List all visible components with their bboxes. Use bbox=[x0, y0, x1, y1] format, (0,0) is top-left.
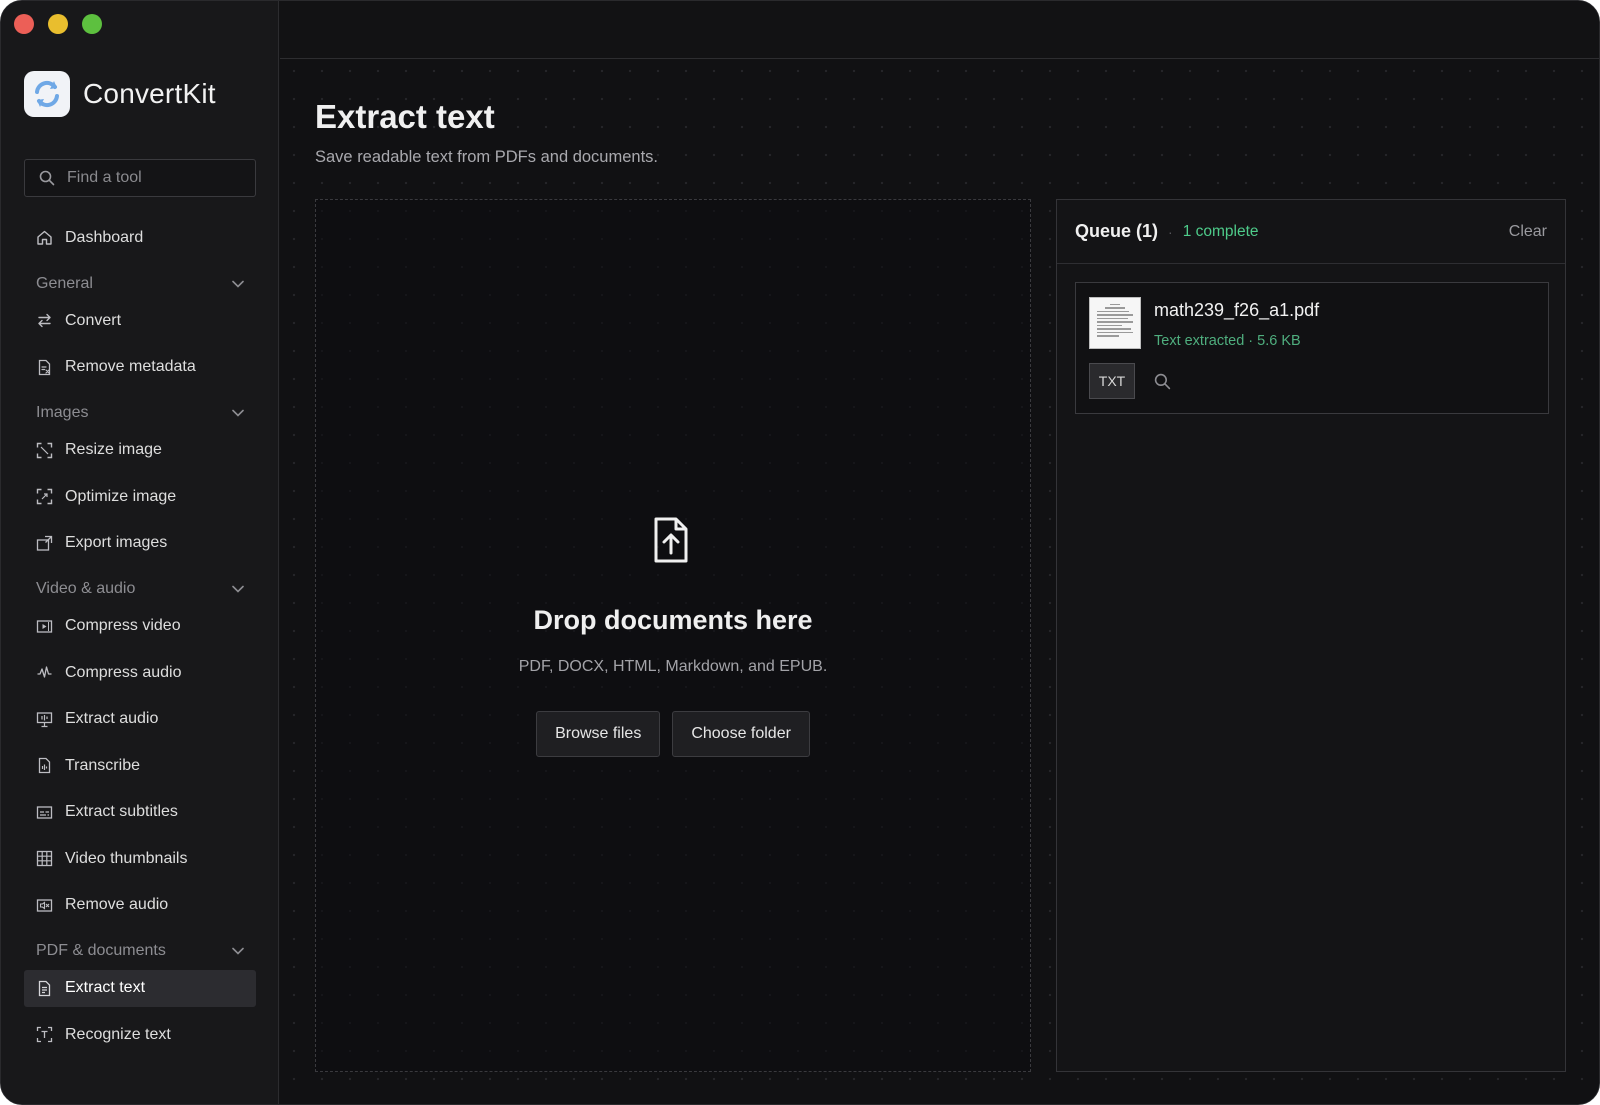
sidebar-item-label: Extract subtitles bbox=[65, 803, 178, 820]
sidebar-item-label: Video thumbnails bbox=[65, 849, 188, 867]
sidebar-item-label: Export images bbox=[65, 534, 168, 551]
sidebar-item-recognize-text[interactable]: Recognize text bbox=[24, 1016, 256, 1053]
sidebar-item-remove-audio[interactable]: Remove audio bbox=[24, 887, 256, 924]
queue-panel: Queue (1) · 1 complete Clear math239_f26… bbox=[1056, 199, 1566, 1072]
clear-queue-button[interactable]: Clear bbox=[1509, 223, 1547, 241]
tool-search bbox=[24, 159, 256, 197]
section-label: PDF & documents bbox=[36, 942, 166, 959]
sidebar-item-convert[interactable]: Convert bbox=[24, 302, 256, 339]
scan-text-icon bbox=[36, 1026, 53, 1043]
sidebar-item-label: Compress video bbox=[65, 617, 181, 634]
sidebar-item-label: Resize image bbox=[65, 441, 162, 458]
close-window-button[interactable] bbox=[14, 14, 34, 34]
brand: ConvertKit bbox=[24, 71, 216, 117]
sidebar-item-label: Recognize text bbox=[65, 1025, 171, 1043]
export-image-icon bbox=[36, 535, 53, 551]
sidebar-item-transcribe[interactable]: Transcribe bbox=[24, 747, 256, 784]
txt-format-button[interactable]: TXT bbox=[1089, 363, 1135, 399]
sidebar-item-label: Optimize image bbox=[65, 487, 177, 505]
page-title: Extract text bbox=[315, 98, 495, 135]
search-icon bbox=[39, 170, 55, 186]
sidebar-item-label: Remove audio bbox=[65, 896, 169, 913]
app-name: ConvertKit bbox=[83, 78, 216, 109]
sidebar: ConvertKit Dashboard General bbox=[1, 1, 279, 1104]
resize-icon bbox=[36, 442, 53, 458]
section-label: Video & audio bbox=[36, 580, 136, 597]
section-video-audio[interactable]: Video & audio bbox=[24, 571, 256, 608]
sidebar-item-label: Extract audio bbox=[65, 710, 159, 727]
file-name: math239_f26_a1.pdf bbox=[1154, 300, 1320, 320]
file-remove-icon bbox=[38, 359, 51, 375]
sidebar-item-label: Dashboard bbox=[65, 228, 144, 246]
minimize-window-button[interactable] bbox=[48, 14, 68, 34]
chevron-down-icon bbox=[232, 409, 244, 417]
window-controls bbox=[14, 14, 102, 34]
preview-search-icon[interactable] bbox=[1154, 373, 1171, 395]
section-label: General bbox=[36, 274, 93, 292]
pdf-thumbnail bbox=[1089, 297, 1141, 349]
queue-item[interactable]: math239_f26_a1.pdf Text extracted · 5.6 … bbox=[1075, 282, 1549, 414]
queue-title: Queue (1) bbox=[1075, 221, 1159, 241]
sidebar-item-extract-subtitles[interactable]: Extract subtitles bbox=[24, 794, 256, 831]
app-window: ConvertKit Dashboard General bbox=[0, 0, 1600, 1105]
sidebar-item-label: Transcribe bbox=[65, 756, 140, 774]
sidebar-item-label: Remove metadata bbox=[65, 358, 196, 375]
chevron-down-icon bbox=[232, 947, 244, 955]
queue-header: Queue (1) · 1 complete Clear bbox=[1057, 200, 1565, 264]
section-pdf-documents[interactable]: PDF & documents bbox=[24, 933, 256, 970]
sidebar-item-compress-video[interactable]: Compress video bbox=[24, 608, 256, 645]
sidebar-item-remove-metadata[interactable]: Remove metadata bbox=[24, 349, 256, 386]
sidebar-nav: Dashboard General Convert Remove metadat… bbox=[24, 219, 256, 1053]
chevron-down-icon bbox=[232, 585, 244, 593]
browse-files-button[interactable]: Browse files bbox=[536, 711, 661, 757]
optimize-icon bbox=[36, 488, 53, 505]
title-bar bbox=[280, 1, 1599, 59]
drop-title: Drop documents here bbox=[533, 605, 813, 635]
subtitles-icon bbox=[36, 805, 53, 819]
maximize-window-button[interactable] bbox=[82, 14, 102, 34]
chevron-down-icon bbox=[232, 280, 244, 288]
section-images[interactable]: Images bbox=[24, 395, 256, 432]
sidebar-item-extract-audio[interactable]: Extract audio bbox=[24, 701, 256, 738]
queue-complete-count: 1 complete bbox=[1182, 222, 1259, 240]
separator-dot: · bbox=[1168, 223, 1173, 240]
video-icon bbox=[36, 619, 53, 633]
search-input[interactable] bbox=[67, 169, 237, 187]
sidebar-item-extract-text[interactable]: Extract text bbox=[24, 969, 256, 1007]
choose-folder-button[interactable]: Choose folder bbox=[672, 711, 810, 757]
video-mute-icon bbox=[36, 898, 53, 912]
file-text-icon bbox=[38, 980, 51, 996]
page-subtitle: Save readable text from PDFs and documen… bbox=[315, 148, 659, 166]
sidebar-item-export-images[interactable]: Export images bbox=[24, 525, 256, 562]
home-icon bbox=[37, 230, 52, 245]
swap-arrows-icon bbox=[38, 313, 51, 328]
grid-icon bbox=[36, 850, 53, 867]
file-upload-icon bbox=[651, 516, 691, 569]
section-general[interactable]: General bbox=[24, 265, 256, 302]
drop-zone[interactable]: Drop documents here PDF, DOCX, HTML, Mar… bbox=[315, 199, 1031, 1072]
supported-formats: PDF, DOCX, HTML, Markdown, and EPUB. bbox=[518, 658, 828, 675]
sidebar-item-label: Convert bbox=[65, 311, 122, 329]
file-status: Text extracted · 5.6 KB bbox=[1154, 333, 1301, 349]
main-content: Extract text Save readable text from PDF… bbox=[280, 1, 1599, 1104]
file-audio-icon bbox=[38, 757, 51, 774]
audio-wave-icon bbox=[37, 666, 52, 678]
sidebar-item-label: Extract text bbox=[65, 979, 146, 996]
sidebar-item-compress-audio[interactable]: Compress audio bbox=[24, 654, 256, 691]
section-label: Images bbox=[36, 404, 89, 421]
sidebar-item-resize-image[interactable]: Resize image bbox=[24, 432, 256, 469]
sidebar-item-optimize-image[interactable]: Optimize image bbox=[24, 478, 256, 515]
sidebar-item-dashboard[interactable]: Dashboard bbox=[24, 219, 256, 256]
sidebar-item-label: Compress audio bbox=[65, 663, 182, 681]
status-text: Text extracted bbox=[1154, 333, 1245, 349]
monitor-audio-icon bbox=[36, 711, 53, 727]
drop-actions: Browse files Choose folder bbox=[316, 711, 1030, 757]
file-size: 5.6 KB bbox=[1257, 333, 1301, 349]
sidebar-item-video-thumbnails[interactable]: Video thumbnails bbox=[24, 840, 256, 877]
app-logo-icon bbox=[24, 71, 70, 117]
